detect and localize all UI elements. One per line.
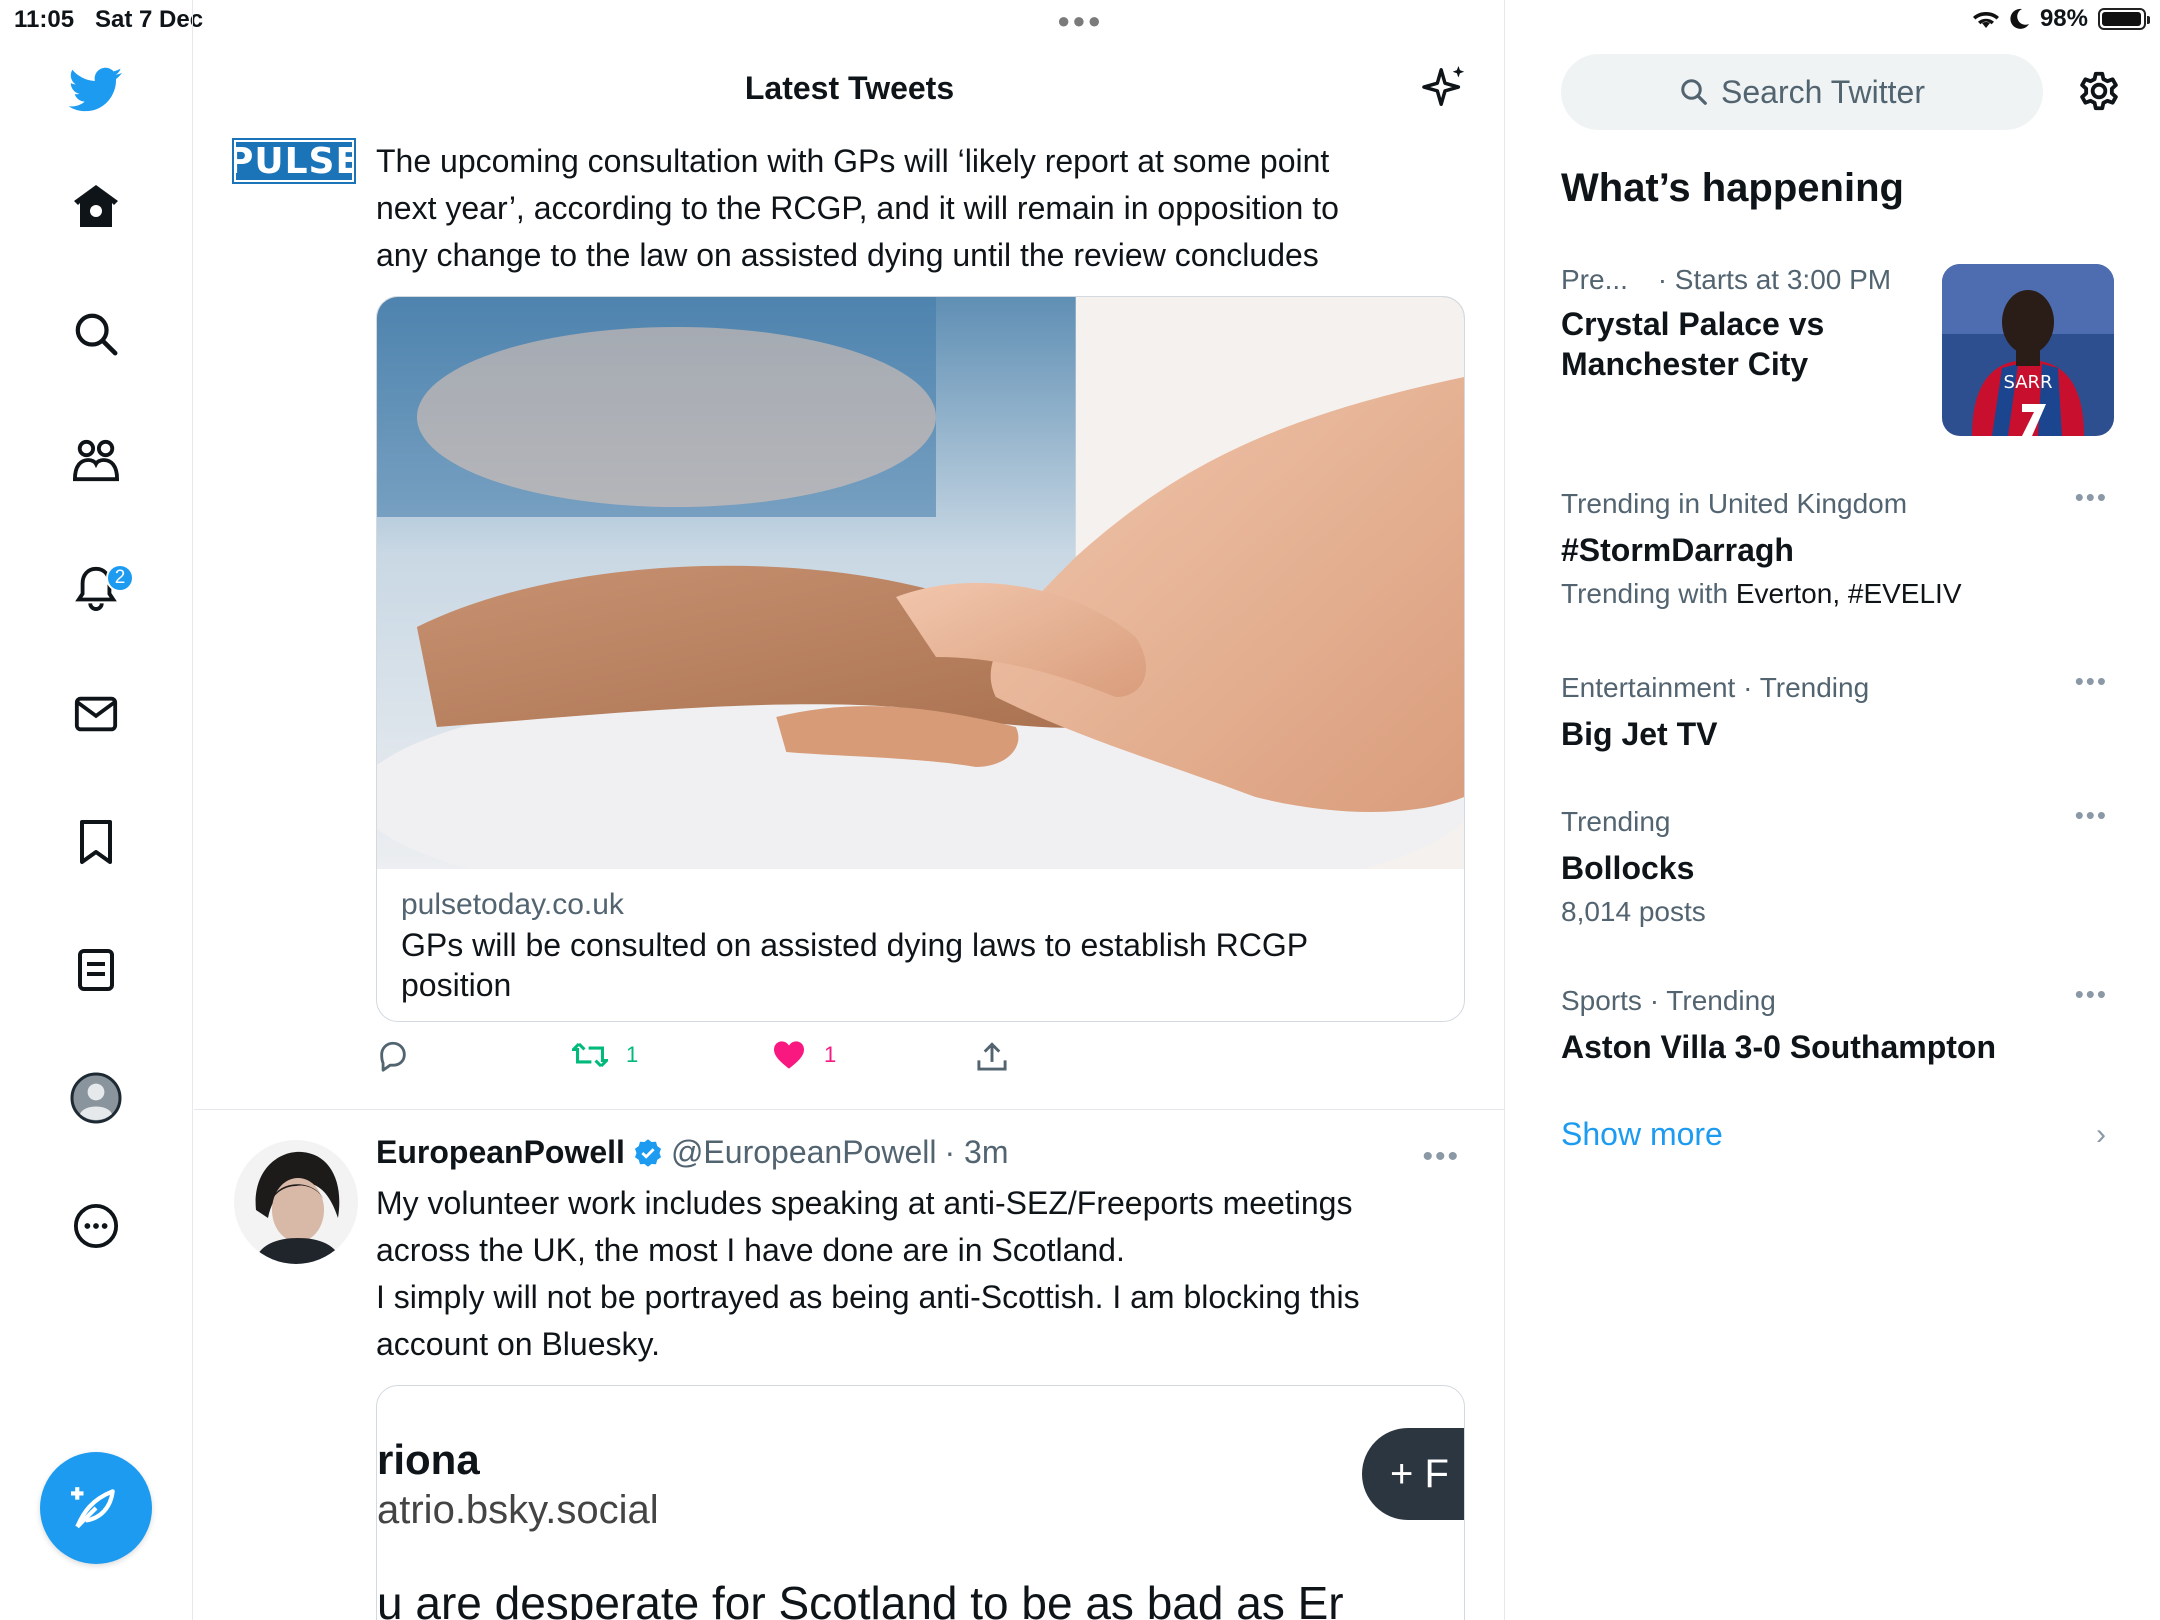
event-image-label: SARR — [2003, 372, 2052, 393]
profile-avatar-icon[interactable] — [62, 1064, 130, 1132]
tweet-author-handle[interactable]: @EuropeanPowell — [671, 1134, 937, 1171]
reply-button[interactable] — [376, 1040, 410, 1072]
user-avatar-photo — [234, 1140, 358, 1264]
trend-more-icon[interactable]: ••• — [2075, 800, 2108, 831]
timeline-title: Latest Tweets — [744, 70, 955, 106]
show-more-link[interactable]: Show more — [1561, 1116, 1723, 1153]
tweet-avatar[interactable]: PULSE — [226, 128, 362, 218]
tweet-text-line: The upcoming consultation with GPs will … — [376, 143, 1330, 179]
twitter-logo-icon[interactable] — [62, 56, 130, 124]
pulse-logo: PULSE — [226, 138, 362, 184]
tweet-text-line: My volunteer work includes speaking at a… — [376, 1185, 1353, 1221]
trend-sub-prefix: Trending with — [1561, 578, 1736, 609]
tweet-text: My volunteer work includes speaking at a… — [376, 1180, 1436, 1368]
left-nav: 2 — [0, 0, 193, 1620]
link-card[interactable]: pulsetoday.co.uk GPs will be consulted o… — [376, 296, 1465, 1022]
trend-title: Big Jet TV — [1561, 716, 1718, 752]
trend-more-icon[interactable]: ••• — [2075, 482, 2108, 513]
notifications-icon[interactable]: 2 — [62, 554, 134, 622]
reply-icon — [380, 1041, 406, 1072]
tweet-avatar[interactable] — [234, 1140, 358, 1264]
tweet-timestamp[interactable]: · 3m — [944, 1134, 1008, 1171]
share-button[interactable] — [976, 1040, 1008, 1072]
trend-title: #StormDarragh — [1561, 532, 1794, 568]
trend-more-icon[interactable]: ••• — [2075, 666, 2108, 697]
screenshot-text: u are desperate for Scotland to be as ba… — [377, 1577, 1344, 1620]
tweet-text-line: across the UK, the most I have done are … — [376, 1232, 1125, 1268]
settings-gear-icon[interactable] — [2076, 68, 2122, 119]
trend-post-count: 8,014 posts — [1561, 896, 1706, 927]
trend-item[interactable]: ••• Entertainment · Trending Big Jet TV — [1561, 666, 2111, 754]
trend-title: Bollocks — [1561, 850, 1695, 886]
trend-title: Aston Villa 3-0 Southampton — [1561, 1029, 1996, 1065]
more-options-icon[interactable] — [62, 1192, 130, 1260]
screenshot-name: riona — [377, 1436, 480, 1483]
tweet-text-line: any change to the law on assisted dying … — [376, 237, 1319, 273]
compose-feather-icon — [71, 1487, 115, 1529]
card-title-line: GPs will be consulted on assisted dying … — [401, 927, 1309, 963]
trend-meta: Trending in United Kingdom — [1561, 488, 1908, 519]
tweet-text-line: account on Bluesky. — [376, 1326, 661, 1362]
trend-sub: Trending with Everton, #EVELIV — [1561, 574, 2111, 614]
trend-more-icon[interactable]: ••• — [2075, 979, 2108, 1010]
search-placeholder: Search Twitter — [1721, 73, 1925, 110]
tweet-header: EuropeanPowell @EuropeanPowell · 3m — [376, 1134, 1008, 1171]
communities-icon[interactable] — [62, 426, 130, 494]
tweet-actions: 1 1 — [376, 1040, 1376, 1080]
event-image[interactable]: SARR — [1942, 264, 2114, 436]
tweet-divider — [194, 1109, 1504, 1110]
like-count: 1 — [824, 1042, 837, 1067]
trend-item[interactable]: ••• Trending Bollocks 8,014 posts — [1561, 800, 2111, 932]
card-image-holding-hands — [377, 297, 1464, 869]
sparkle-icon[interactable] — [1422, 64, 1468, 117]
screenshot-handle: atrio.bsky.social — [377, 1488, 659, 1532]
right-sidebar: Search Twitter What’s happening Pre... ·… — [1506, 0, 2160, 1620]
card-domain: pulsetoday.co.uk — [401, 888, 624, 921]
search-icon — [1681, 79, 1707, 105]
tweet-text-line: next year’, according to the RCGP, and i… — [376, 190, 1339, 226]
tweet-author-name[interactable]: EuropeanPowell — [376, 1134, 625, 1171]
event-time: · Starts at 3:00 PM — [1657, 264, 1892, 295]
event-category: Pre... — [1561, 264, 1628, 295]
tweet-text: The upcoming consultation with GPs will … — [376, 138, 1436, 279]
bookmarks-icon[interactable] — [62, 808, 130, 876]
chevron-right-icon[interactable]: › — [2096, 1118, 2106, 1152]
trend-item[interactable]: ••• Trending in United Kingdom #StormDar… — [1561, 482, 2111, 614]
retweet-button[interactable]: 1 — [572, 1040, 638, 1070]
notifications-badge: 2 — [106, 564, 134, 592]
compose-tweet-button[interactable] — [40, 1452, 152, 1564]
retweet-icon — [572, 1042, 608, 1068]
card-title-line: position — [401, 967, 512, 1003]
like-button[interactable]: 1 — [772, 1040, 836, 1070]
search-field[interactable]: Search Twitter — [1561, 54, 2043, 130]
screenshot-follow-button: + F — [1362, 1428, 1464, 1520]
retweet-count: 1 — [626, 1042, 639, 1067]
tweet-more-icon[interactable]: ••• — [1422, 1140, 1460, 1174]
trend-item[interactable]: ••• Sports · Trending Aston Villa 3-0 So… — [1561, 979, 2111, 1067]
whats-happening-heading: What’s happening — [1561, 166, 1904, 210]
lists-icon[interactable] — [62, 936, 130, 1004]
home-icon[interactable] — [62, 172, 130, 240]
trend-meta: Entertainment · Trending — [1561, 672, 1870, 703]
tweet-text-line: I simply will not be portrayed as being … — [376, 1279, 1360, 1315]
heart-icon — [774, 1041, 804, 1069]
share-icon — [977, 1042, 1007, 1071]
embedded-screenshot[interactable]: riona atrio.bsky.social + F u are desper… — [376, 1385, 1465, 1620]
trend-sub-value[interactable]: Everton, #EVELIV — [1736, 578, 1962, 609]
messages-icon[interactable] — [62, 680, 130, 748]
trend-meta: Trending — [1561, 806, 1671, 837]
verified-badge-icon — [634, 1138, 661, 1167]
timeline: Latest Tweets PULSE The upcoming consult… — [194, 0, 1505, 1620]
trend-meta: Sports · Trending — [1561, 985, 1776, 1016]
search-icon[interactable] — [62, 300, 130, 368]
